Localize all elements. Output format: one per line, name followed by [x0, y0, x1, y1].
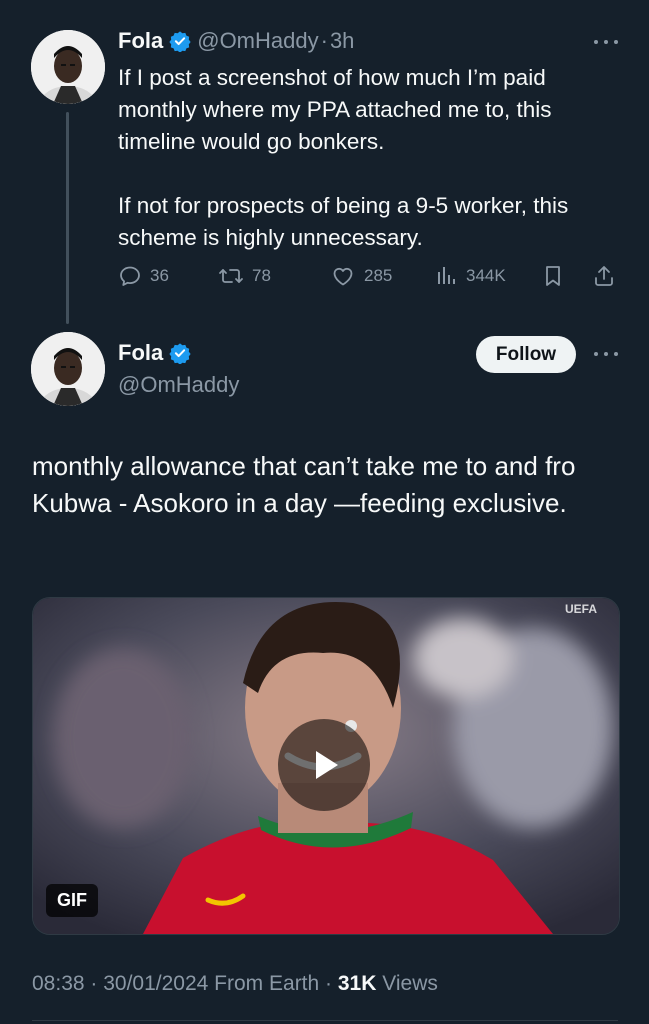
separator-dot: ·: [320, 28, 328, 53]
views-count[interactable]: 31K: [338, 972, 377, 995]
retweet-count: 78: [252, 266, 271, 285]
like-icon: [333, 267, 353, 286]
views-count: 344K: [466, 266, 506, 285]
parent-tweet-header: Fola @OmHaddy · 3h: [118, 28, 354, 54]
main-tweet-header: Fola: [118, 340, 191, 366]
author-handle[interactable]: @OmHaddy: [197, 28, 318, 54]
like-count: 285: [364, 266, 393, 285]
author-handle[interactable]: @OmHaddy: [118, 372, 239, 398]
avatar[interactable]: [31, 332, 105, 406]
author-name[interactable]: Fola: [118, 28, 163, 54]
author-name[interactable]: Fola: [118, 340, 163, 366]
bookmark-icon: [546, 266, 560, 286]
divider: [32, 1020, 618, 1021]
reply-button[interactable]: 36: [118, 264, 169, 288]
share-icon: [595, 266, 613, 286]
retweet-icon: [219, 269, 243, 283]
views-button[interactable]: 344K: [436, 264, 506, 288]
play-icon: [316, 751, 338, 779]
views-icon: [438, 267, 455, 284]
tweet-metadata: 08:38 · 30/01/2024 From Earth · 31K View…: [32, 972, 438, 996]
verified-badge-icon: [169, 30, 191, 53]
tweet-time[interactable]: 3h: [330, 28, 354, 54]
tweet-paragraph-2: If not for prospects of being a 9-5 work…: [118, 193, 569, 250]
share-button[interactable]: [592, 264, 624, 288]
tweet-action-bar: 36 78 285 344K: [118, 264, 618, 294]
more-icon[interactable]: [594, 350, 618, 358]
follow-button[interactable]: Follow: [476, 336, 576, 373]
main-tweet-text: monthly allowance that can’t take me to …: [32, 451, 576, 518]
uefa-watermark: UEFA: [565, 602, 598, 616]
tweet-date[interactable]: 30/01/2024: [103, 972, 208, 995]
more-icon[interactable]: [594, 38, 618, 46]
views-label: Views: [376, 972, 438, 995]
thread-connector-line: [66, 112, 69, 324]
like-button[interactable]: 285: [330, 264, 392, 288]
tweet-paragraph-1: If I post a screenshot of how much I’m p…: [118, 65, 552, 154]
separator-dot: ·: [319, 972, 338, 995]
gif-badge: GIF: [46, 884, 98, 917]
bookmark-button[interactable]: [542, 264, 572, 288]
separator-dot: ·: [84, 972, 104, 995]
parent-tweet-text: If I post a screenshot of how much I’m p…: [118, 62, 628, 254]
verified-badge-icon: [169, 342, 191, 365]
tweet-time[interactable]: 08:38: [32, 972, 85, 995]
reply-count: 36: [150, 266, 169, 285]
avatar[interactable]: [31, 30, 105, 104]
reply-icon: [120, 266, 140, 286]
tweet-source: From Earth: [208, 972, 320, 995]
play-button[interactable]: [278, 719, 370, 811]
retweet-button[interactable]: 78: [218, 264, 271, 288]
